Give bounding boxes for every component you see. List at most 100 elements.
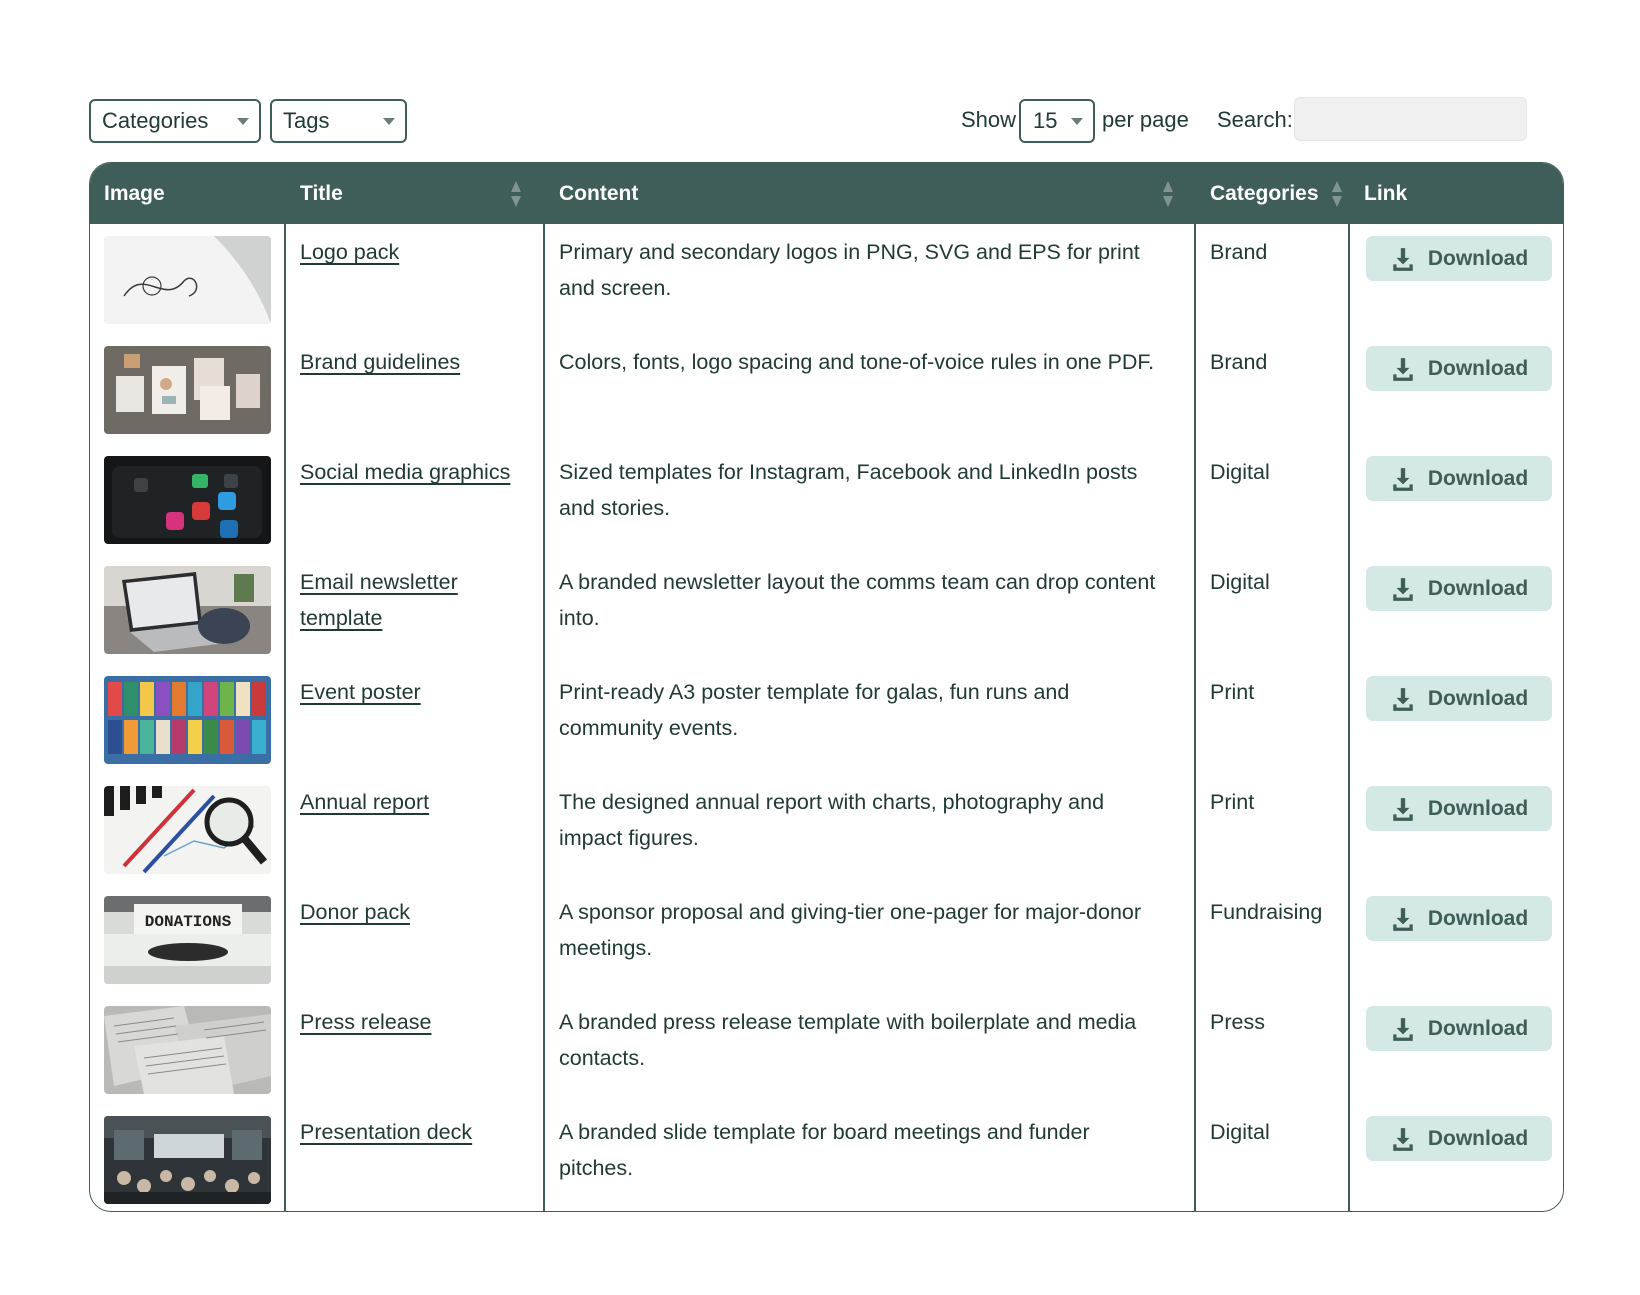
download-icon (1393, 577, 1413, 601)
chevron-down-icon (383, 118, 395, 125)
donations-text: DONATIONS (145, 913, 232, 931)
download-button[interactable]: Download (1366, 1006, 1552, 1051)
content-cell: A branded slide template for board meeti… (559, 1120, 1090, 1180)
table-row: Presentation deck A branded slide templa… (90, 1104, 1563, 1211)
download-label: Download (1427, 686, 1529, 710)
social-media-image (104, 456, 271, 544)
download-icon (1393, 1017, 1413, 1041)
table-row: Brand guidelines Colors, fonts, logo spa… (90, 334, 1563, 444)
per-page-label: per page (1102, 107, 1189, 132)
download-icon (1393, 797, 1413, 821)
content-cell: Sized templates for Instagram, Facebook … (559, 460, 1138, 520)
download-button[interactable]: Download (1366, 456, 1552, 501)
logo-pack-image (104, 236, 271, 324)
per-page-select[interactable]: 15 (1019, 99, 1095, 143)
show-label: Show (961, 107, 1017, 132)
donations-typewriter-image: DONATIONS (104, 896, 271, 984)
title-link[interactable]: Logo pack (300, 240, 399, 264)
content-cell: Print-ready A3 poster template for galas… (559, 680, 1070, 740)
header-title[interactable]: Title (286, 163, 543, 224)
title-link[interactable]: Brand guidelines (300, 350, 460, 374)
header-image-label: Image (104, 181, 165, 205)
report-magnifier-image (104, 786, 271, 874)
header-title-label: Title (300, 181, 343, 205)
title-link[interactable]: Presentation deck (300, 1120, 472, 1144)
title-link[interactable]: Annual report (300, 790, 429, 814)
categories-filter-label: Categories (102, 108, 209, 133)
download-icon (1393, 687, 1413, 711)
header-link-label: Link (1364, 181, 1408, 205)
download-icon (1393, 357, 1413, 381)
category-cell: Fundraising (1210, 900, 1323, 924)
sort-icon (1163, 181, 1173, 207)
category-cell: Brand (1210, 240, 1268, 264)
resources-table: Image Title Content Categories Link Logo… (89, 162, 1564, 1212)
category-cell: Print (1210, 790, 1255, 814)
download-button[interactable]: Download (1366, 1116, 1552, 1161)
poster-wall-image (104, 676, 271, 764)
category-cell: Press (1210, 1010, 1265, 1034)
conference-room-image (104, 1116, 271, 1204)
header-categories-label: Categories (1210, 181, 1319, 205)
per-page-value: 15 (1033, 108, 1058, 133)
title-link[interactable]: Event poster (300, 680, 421, 704)
table-row: Annual report The designed annual report… (90, 774, 1563, 884)
download-button[interactable]: Download (1366, 346, 1552, 391)
brand-guidelines-image (104, 346, 271, 434)
title-link[interactable]: Press release (300, 1010, 431, 1034)
download-label: Download (1427, 1126, 1529, 1150)
content-cell: A branded newsletter layout the comms te… (559, 570, 1156, 630)
table-row: Social media graphics Sized templates fo… (90, 444, 1563, 554)
search-label: Search: (1217, 107, 1293, 132)
chevron-down-icon (1071, 118, 1083, 125)
download-label: Download (1427, 246, 1529, 270)
tags-filter-select[interactable]: Tags (270, 99, 407, 143)
newspapers-image (104, 1006, 271, 1094)
download-label: Download (1427, 1016, 1529, 1040)
title-link[interactable]: Donor pack (300, 900, 410, 924)
download-button[interactable]: Download (1366, 236, 1552, 281)
table-row: Event poster Print-ready A3 poster templ… (90, 664, 1563, 774)
category-cell: Digital (1210, 460, 1270, 484)
chevron-down-icon (237, 118, 249, 125)
download-label: Download (1427, 466, 1529, 490)
content-cell: The designed annual report with charts, … (559, 790, 1105, 850)
download-label: Download (1427, 796, 1529, 820)
header-content-label: Content (559, 181, 639, 205)
table-row: Email newsletter template A branded news… (90, 554, 1563, 664)
header-content[interactable]: Content (545, 163, 1194, 224)
sort-icon (511, 181, 521, 207)
table-header: Image Title Content Categories Link (90, 163, 1563, 224)
categories-filter-select[interactable]: Categories (89, 99, 261, 143)
table-row: DONATIONS Donor pack A sponsor proposal … (90, 884, 1563, 994)
table-row: Press release A branded press release te… (90, 994, 1563, 1104)
download-button[interactable]: Download (1366, 896, 1552, 941)
download-icon (1393, 247, 1413, 271)
category-cell: Brand (1210, 350, 1268, 374)
download-button[interactable]: Download (1366, 566, 1552, 611)
title-link[interactable]: Email newsletter template (300, 570, 458, 630)
download-label: Download (1427, 356, 1529, 380)
content-cell: A sponsor proposal and giving-tier one-p… (559, 900, 1142, 960)
download-icon (1393, 467, 1413, 491)
content-cell: Colors, fonts, logo spacing and tone-of-… (559, 350, 1155, 374)
download-label: Download (1427, 576, 1529, 600)
search-input[interactable] (1294, 97, 1527, 141)
download-icon (1393, 1127, 1413, 1151)
sort-icon (1332, 181, 1342, 207)
content-cell: A branded press release template with bo… (559, 1010, 1137, 1070)
title-link[interactable]: Social media graphics (300, 460, 510, 484)
header-categories[interactable]: Categories (1196, 163, 1348, 224)
download-button[interactable]: Download (1366, 676, 1552, 721)
download-button[interactable]: Download (1366, 786, 1552, 831)
tags-filter-label: Tags (283, 108, 330, 133)
category-cell: Digital (1210, 570, 1270, 594)
header-link: Link (1350, 163, 1550, 224)
download-icon (1393, 907, 1413, 931)
header-image: Image (90, 163, 284, 224)
download-label: Download (1427, 906, 1529, 930)
category-cell: Print (1210, 680, 1255, 704)
table-controls: Categories Tags Show 15 per page Search: (89, 97, 1529, 145)
laptop-image (104, 566, 271, 654)
content-cell: Primary and secondary logos in PNG, SVG … (559, 240, 1140, 300)
